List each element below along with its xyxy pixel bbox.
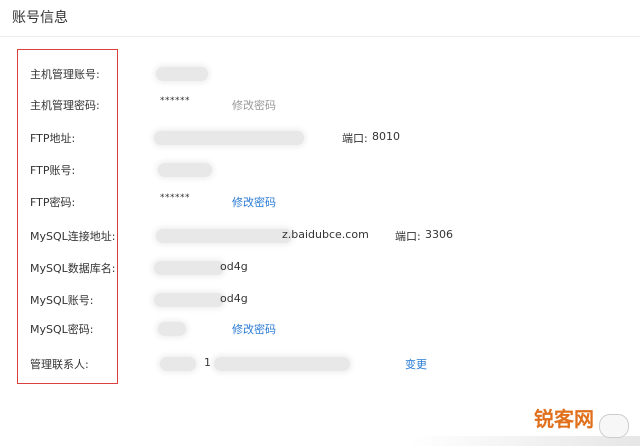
host-password-label: 主机管理密码: <box>30 99 100 112</box>
admin-contact-label: 管理联系人: <box>30 358 89 371</box>
host-password-masked: ****** <box>160 96 190 106</box>
watermark-badge-icon <box>599 414 629 438</box>
row-mysql-account: MySQL账号: od4g <box>0 290 640 310</box>
row-ftp-address: FTP地址: 端口: 8010 <box>0 128 640 148</box>
host-account-value-redacted <box>156 67 208 81</box>
row-mysql-host: MySQL连接地址: z.baidubce.com 端口: 3306 <box>0 226 640 246</box>
mysql-change-password-link[interactable]: 修改密码 <box>232 321 276 337</box>
ftp-change-password-link[interactable]: 修改密码 <box>232 194 276 210</box>
row-mysql-password: MySQL密码: 修改密码 <box>0 319 640 339</box>
ftp-account-value-redacted <box>158 163 212 177</box>
ftp-password-masked: ****** <box>160 193 190 203</box>
mysql-host-value-suffix: z.baidubce.com <box>282 228 369 241</box>
mysql-port-label: 端口: <box>395 230 421 243</box>
row-ftp-account: FTP账号: <box>0 160 640 180</box>
host-account-label: 主机管理账号: <box>30 68 100 81</box>
page-title: 账号信息 <box>12 10 68 26</box>
ftp-port-label: 端口: <box>342 132 368 145</box>
ftp-account-label: FTP账号: <box>30 164 76 177</box>
host-change-password-link[interactable]: 修改密码 <box>232 97 276 113</box>
admin-contact-change-link[interactable]: 变更 <box>405 356 427 372</box>
row-host-password: 主机管理密码: ****** 修改密码 <box>0 95 640 115</box>
row-ftp-password: FTP密码: ****** 修改密码 <box>0 192 640 212</box>
ftp-password-label: FTP密码: <box>30 196 76 209</box>
ftp-address-value-redacted <box>154 131 304 145</box>
admin-contact-info-redacted <box>214 357 350 371</box>
title-divider <box>0 36 640 37</box>
mysql-host-label: MySQL连接地址: <box>30 230 116 243</box>
mysql-db-value-suffix: od4g <box>220 260 248 273</box>
ftp-port-value: 8010 <box>372 130 400 143</box>
mysql-host-value-redacted <box>156 229 292 243</box>
mysql-account-label: MySQL账号: <box>30 294 94 307</box>
row-host-account: 主机管理账号: <box>0 64 640 84</box>
admin-contact-name-redacted <box>160 357 196 371</box>
site-watermark-logo: 锐客网 <box>534 407 594 431</box>
mysql-db-value-redacted <box>154 261 224 275</box>
mysql-db-label: MySQL数据库名: <box>30 262 116 275</box>
watermark-strip <box>410 436 640 446</box>
mysql-account-value-suffix: od4g <box>220 292 248 305</box>
mysql-account-value-redacted <box>154 293 224 307</box>
mysql-password-value-redacted <box>158 322 186 336</box>
row-mysql-db: MySQL数据库名: od4g <box>0 258 640 278</box>
admin-contact-fragment: 1 <box>204 356 211 369</box>
ftp-address-label: FTP地址: <box>30 132 76 145</box>
row-admin-contact: 管理联系人: 1 变更 <box>0 354 640 374</box>
mysql-port-value: 3306 <box>425 228 453 241</box>
mysql-password-label: MySQL密码: <box>30 323 94 336</box>
